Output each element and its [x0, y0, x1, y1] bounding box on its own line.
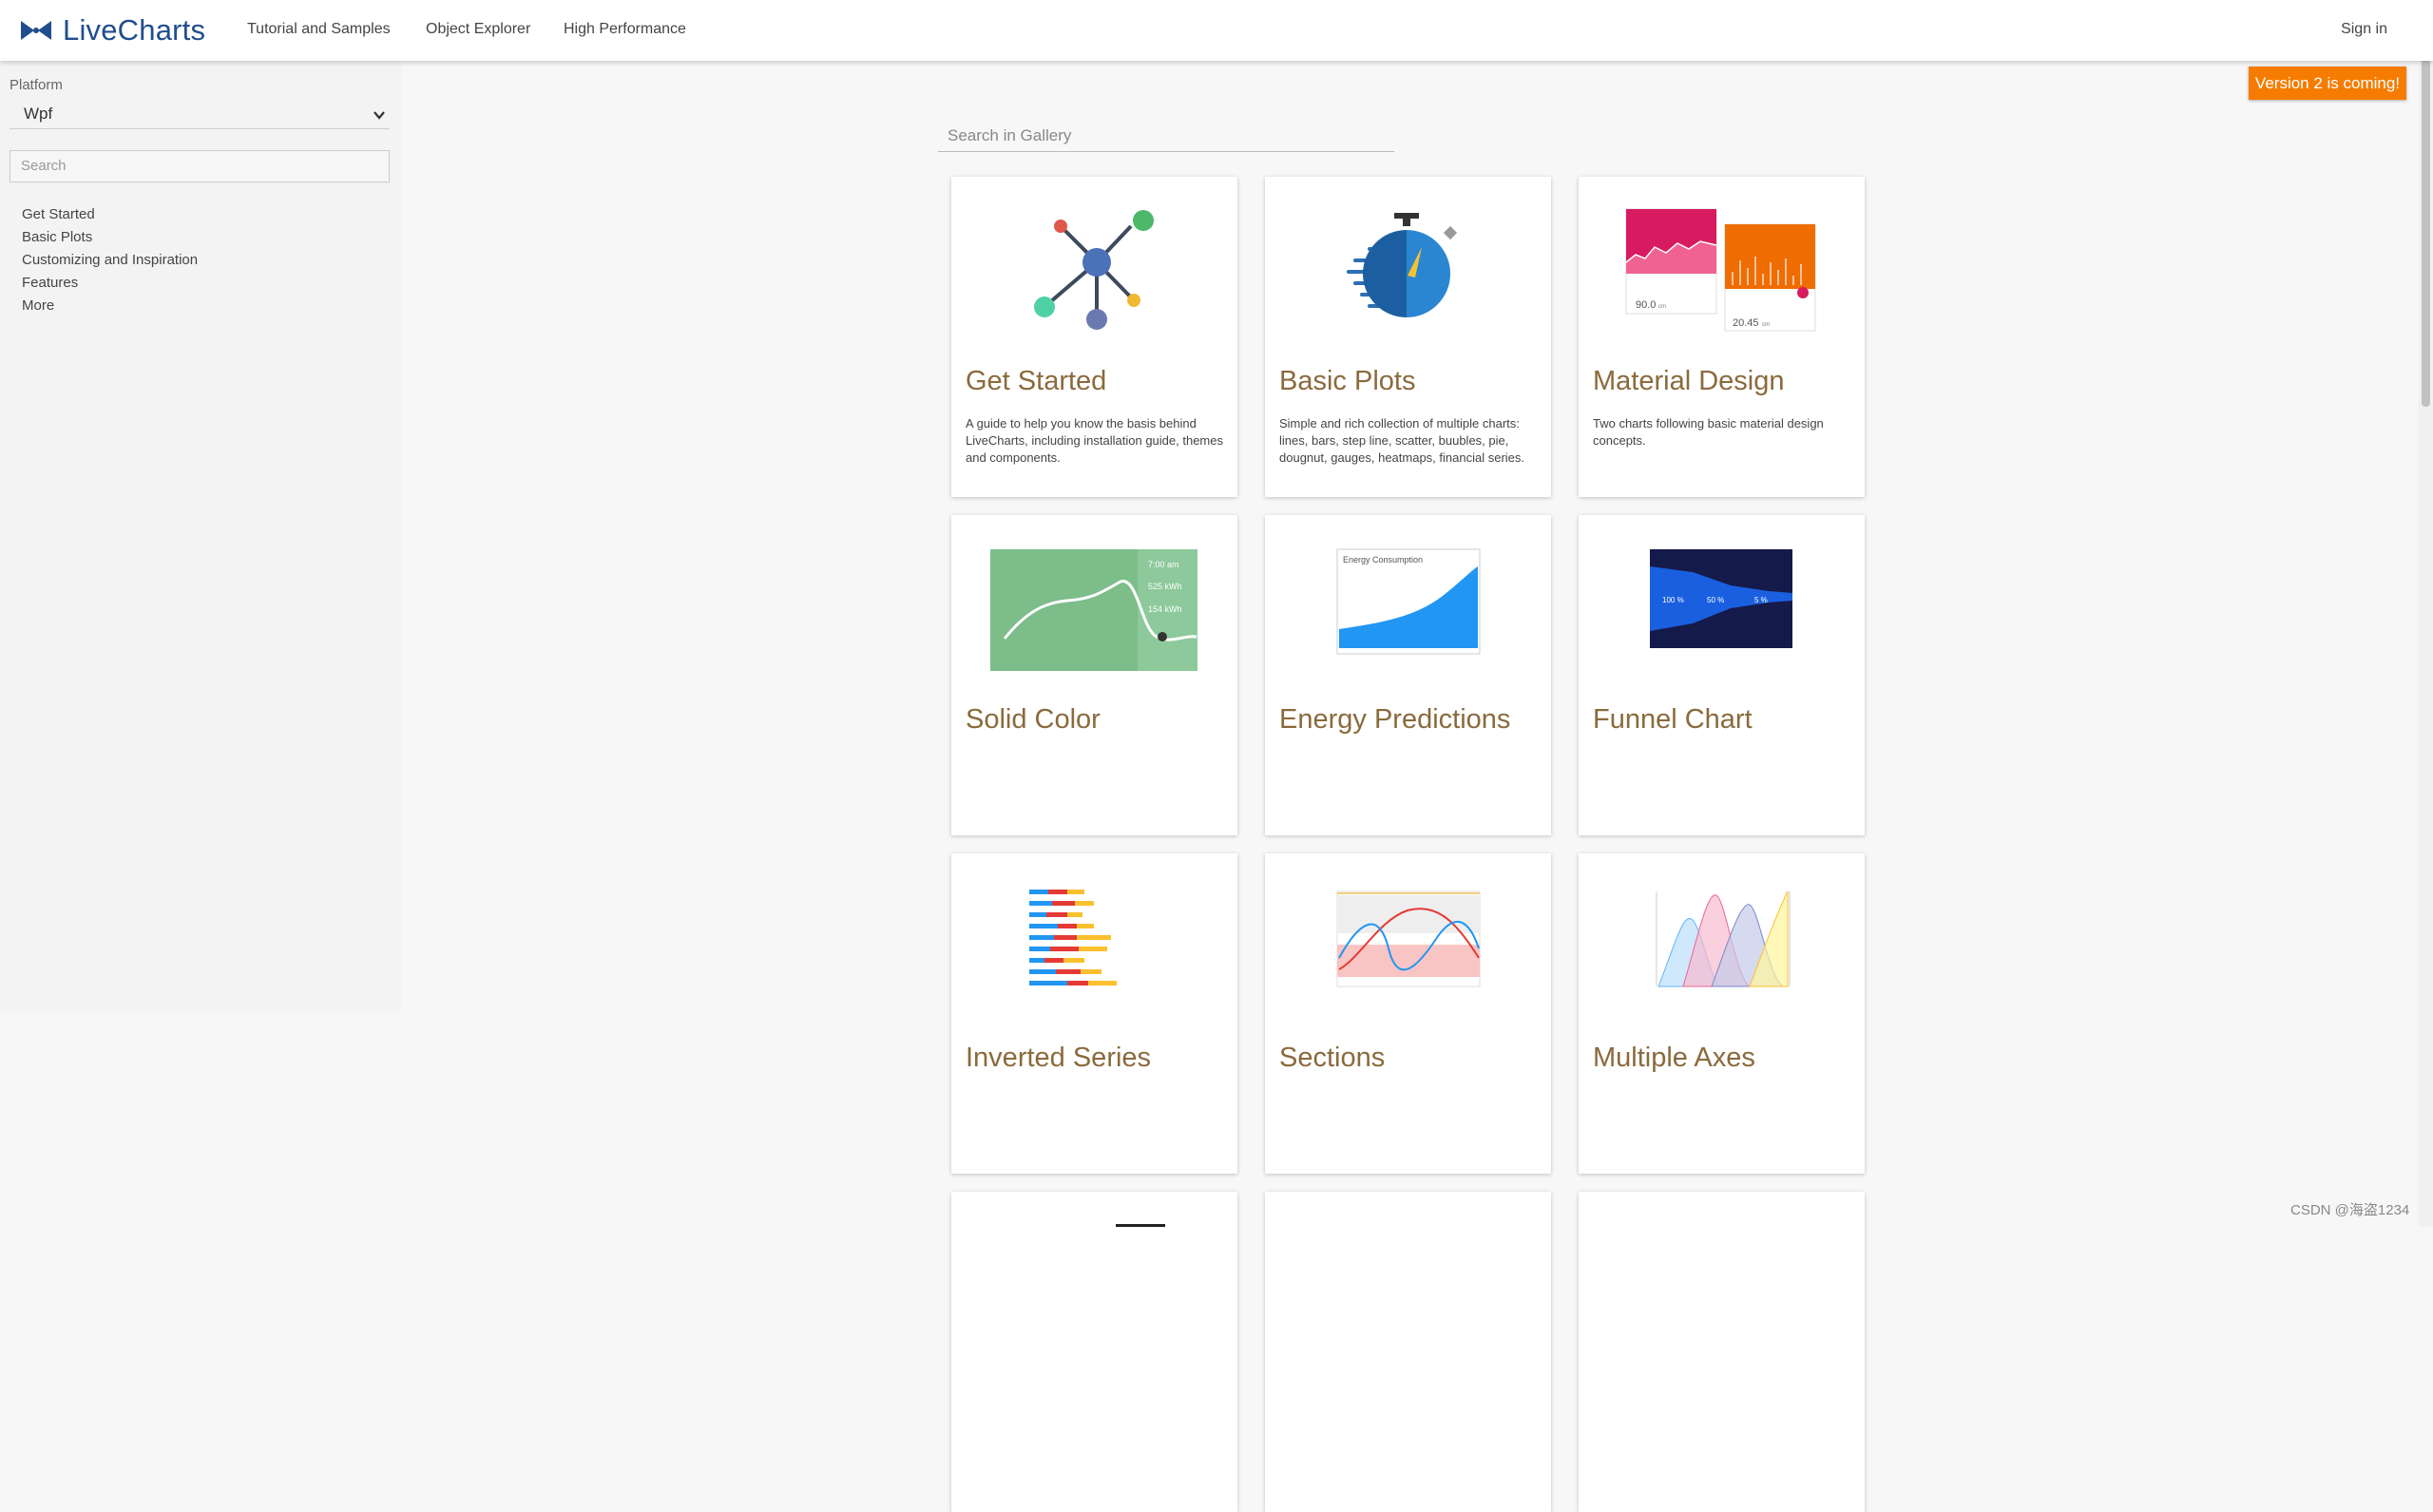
solid-kwh2-value: 154 kWh — [1148, 604, 1182, 614]
gallery-search-input[interactable]: Search in Gallery — [938, 122, 1394, 152]
gallery-card-partial[interactable] — [951, 1192, 1237, 1512]
sidebar-menu: Get Started Basic Plots Customizing and … — [22, 203, 198, 317]
brand-name: LiveCharts — [63, 13, 206, 47]
gallery-card-multiple-axes[interactable]: Multiple Axes — [1579, 853, 1865, 1174]
material-left-unit: cm — [1658, 304, 1666, 310]
gallery-card-inverted-series[interactable]: Inverted Series — [951, 853, 1237, 1174]
sidebar: Platform Wpf Search Get Started Basic Pl… — [0, 61, 401, 1011]
top-navbar: LiveCharts Tutorial and Samples Object E… — [0, 0, 2433, 61]
solid-kwh1-value: 525 kWh — [1148, 582, 1182, 591]
version-badge[interactable]: Version 2 is coming! — [2249, 67, 2406, 100]
card-title: Funnel Chart — [1593, 704, 1753, 735]
livecharts-logo-icon — [21, 21, 51, 40]
funnel-pct-2: 50 % — [1707, 596, 1724, 604]
solid-color-thumbnail: 7:00 am 525 kWh 154 kWh — [990, 549, 1197, 671]
material-right-value: 20.45 — [1733, 317, 1759, 329]
page-scrollbar[interactable] — [2419, 0, 2433, 1227]
platform-select[interactable]: Wpf — [10, 100, 390, 129]
funnel-pct-3: 5 % — [1754, 596, 1768, 604]
material-right-unit: cm — [1762, 322, 1770, 328]
material-left-value: 90.0 — [1636, 299, 1656, 311]
card-title: Material Design — [1593, 366, 1785, 396]
gallery-card-funnel-chart[interactable]: 100 % 50 % 5 % Funnel Chart — [1579, 515, 1865, 835]
card-title: Inverted Series — [966, 1043, 1152, 1073]
sidebar-search-input[interactable]: Search — [10, 150, 390, 182]
sidebar-item-customizing[interactable]: Customizing and Inspiration — [22, 249, 198, 272]
nav-tutorial-and-samples[interactable]: Tutorial and Samples — [247, 21, 391, 38]
brand-logo[interactable]: LiveCharts — [19, 11, 205, 49]
nav-object-explorer[interactable]: Object Explorer — [426, 21, 530, 38]
sign-in-link[interactable]: Sign in — [2341, 21, 2387, 38]
energy-thumb-title: Energy Consumption — [1343, 555, 1423, 565]
sidebar-item-features[interactable]: Features — [22, 272, 198, 295]
gallery-card-sections[interactable]: Sections — [1265, 853, 1551, 1174]
gallery-card-solid-color[interactable]: 7:00 am 525 kWh 154 kWh Solid Color — [951, 515, 1237, 835]
card-description: Simple and rich collection of multiple c… — [1279, 416, 1525, 465]
nav-high-performance[interactable]: High Performance — [564, 21, 686, 38]
watermark: CSDN @海盗1234 — [2290, 1202, 2410, 1218]
platform-label: Platform — [10, 77, 63, 93]
card-title: Solid Color — [966, 704, 1101, 735]
solid-time-value: 7:00 am — [1148, 560, 1179, 569]
gallery-card-basic-plots[interactable]: Basic Plots Simple and rich collection o… — [1265, 177, 1551, 497]
gallery-card-energy-predictions[interactable]: Energy Consumption Energy Predictions — [1265, 515, 1551, 835]
network-icon — [1034, 210, 1154, 330]
chevron-down-icon — [374, 111, 385, 120]
sidebar-item-more[interactable]: More — [22, 295, 198, 317]
funnel-thumbnail: 100 % 50 % 5 % — [1650, 549, 1792, 648]
gallery-card-material-design[interactable]: 90.0 cm 20.45 cm Material Design Two cha… — [1579, 177, 1865, 497]
card-title: Energy Predictions — [1279, 704, 1511, 735]
card-description: Two charts following basic material desi… — [1593, 416, 1824, 448]
card-description: A guide to help you know the basis behin… — [966, 416, 1223, 465]
energy-thumbnail: Energy Consumption — [1336, 548, 1481, 655]
card-title: Multiple Axes — [1593, 1043, 1755, 1073]
card-title: Basic Plots — [1279, 366, 1416, 396]
sections-thumbnail — [1336, 890, 1481, 987]
card-title: Sections — [1279, 1043, 1386, 1073]
multiple-axes-thumbnail — [1656, 890, 1791, 987]
material-charts-thumbnail: 90.0 cm 20.45 cm — [1625, 208, 1816, 332]
gallery-card-get-started[interactable]: Get Started A guide to help you know the… — [951, 177, 1237, 497]
sidebar-item-get-started[interactable]: Get Started — [22, 203, 198, 226]
gallery-card-partial[interactable] — [1265, 1192, 1551, 1512]
scrollbar-thumb[interactable] — [2422, 4, 2430, 407]
funnel-pct-1: 100 % — [1662, 596, 1684, 604]
card-title: Get Started — [966, 366, 1107, 396]
platform-select-value: Wpf — [24, 105, 53, 123]
stopwatch-icon — [1347, 213, 1458, 317]
gallery-card-partial[interactable] — [1579, 1192, 1865, 1512]
inverted-series-thumbnail — [1029, 890, 1117, 986]
sidebar-item-basic-plots[interactable]: Basic Plots — [22, 226, 198, 249]
